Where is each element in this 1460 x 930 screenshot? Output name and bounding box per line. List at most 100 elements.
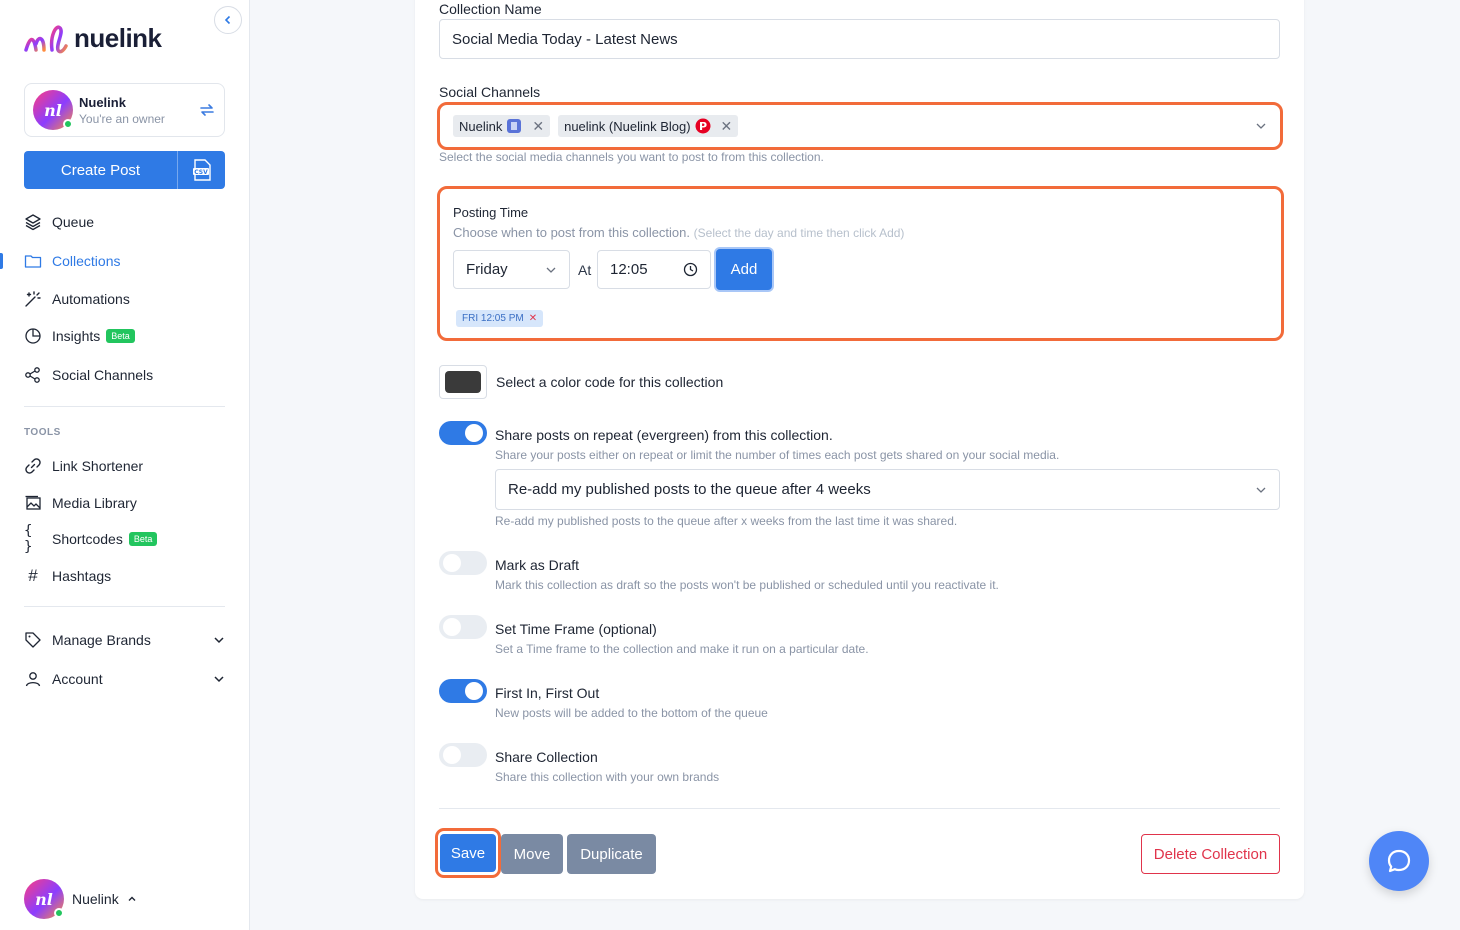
color-label: Select a color code for this collection (496, 374, 724, 390)
sidebar-item-collections[interactable]: Collections (24, 250, 120, 272)
fifo-toggle[interactable] (439, 679, 487, 703)
sidebar-item-label: Media Library (52, 495, 137, 511)
online-status-dot (63, 119, 73, 129)
svg-text:P: P (699, 120, 707, 133)
social-channels-select[interactable]: Nuelink ✕ nuelink (Nuelink Blog) P ✕ (443, 108, 1277, 144)
online-status-dot (54, 908, 64, 918)
link-icon (25, 458, 41, 474)
account-name: Nuelink (79, 94, 126, 110)
csv-upload-button[interactable]: CSV (177, 151, 225, 189)
day-select[interactable]: Friday (453, 250, 570, 289)
folder-icon (24, 255, 42, 268)
sidebar-divider (24, 406, 225, 407)
timeframe-toggle[interactable] (439, 615, 487, 639)
timeframe-label: Set Time Frame (optional) (495, 621, 657, 637)
repeat-help: Share your posts either on repeat or lim… (495, 448, 1060, 462)
layers-icon (25, 214, 41, 231)
remove-channel-icon[interactable]: ✕ (532, 118, 544, 135)
sidebar-item-label: Automations (52, 291, 130, 307)
chevron-down-icon (214, 637, 224, 644)
sidebar: nuelink nl Nuelink You're an owner Creat… (0, 0, 250, 930)
chat-bubble-icon (1387, 849, 1411, 873)
sidebar-item-insights[interactable]: Insights Beta (24, 325, 135, 347)
share-collection-toggle[interactable] (439, 743, 487, 767)
remove-time-slot-icon[interactable]: ✕ (529, 313, 537, 324)
sidebar-item-label: Hashtags (52, 568, 112, 584)
sidebar-item-link-shortener[interactable]: Link Shortener (24, 455, 143, 477)
posting-time-help-text: Choose when to post from this collection… (453, 225, 691, 240)
chevron-down-icon (214, 676, 224, 683)
chevron-down-icon (546, 267, 556, 273)
avatar: nl (24, 879, 64, 919)
timeframe-help: Set a Time frame to the collection and m… (495, 642, 869, 656)
remove-channel-icon[interactable]: ✕ (721, 118, 733, 135)
fifo-help: New posts will be added to the bottom of… (495, 706, 768, 720)
duplicate-button[interactable]: Duplicate (567, 834, 656, 874)
linkedin-page-icon (507, 119, 522, 133)
repeat-interval-value: Re-add my published posts to the queue a… (508, 481, 871, 498)
account-switcher[interactable]: nl Nuelink You're an owner (24, 83, 225, 137)
sidebar-item-hashtags[interactable]: # Hashtags (24, 565, 111, 587)
magic-wand-icon (25, 291, 41, 307)
draft-help: Mark this collection as draft so the pos… (495, 578, 999, 592)
sidebar-item-label: Manage Brands (52, 632, 151, 648)
switch-account-icon[interactable] (198, 101, 216, 119)
color-picker-button[interactable] (439, 365, 487, 399)
chevron-down-icon (1256, 123, 1266, 129)
sidebar-item-label: Collections (52, 253, 121, 269)
color-swatch (445, 371, 481, 393)
move-button[interactable]: Move (501, 834, 563, 874)
sidebar-item-label: Queue (52, 214, 95, 230)
collection-form-card: Collection Name Social Media Today - Lat… (415, 0, 1304, 899)
sidebar-item-manage-brands[interactable]: Manage Brands (24, 629, 225, 651)
channel-chip-label: nuelink (Nuelink Blog) (564, 118, 691, 134)
share-icon (25, 367, 40, 383)
chevron-up-icon (128, 896, 136, 901)
logo[interactable]: nuelink (24, 22, 162, 54)
user-name: Nuelink (72, 891, 119, 907)
account-role: You're an owner (79, 111, 165, 126)
csv-file-icon: CSV (192, 159, 211, 181)
channel-chip: nuelink (Nuelink Blog) P ✕ (558, 115, 739, 137)
channel-chip-label: Nuelink (459, 118, 503, 134)
user-icon (25, 672, 41, 687)
avatar-logo-icon: nl (35, 889, 53, 909)
save-button[interactable]: Save (440, 834, 496, 872)
support-chat-button[interactable] (1369, 831, 1429, 891)
avatar: nl (33, 90, 73, 130)
repeat-interval-select[interactable]: Re-add my published posts to the queue a… (495, 469, 1280, 510)
tag-icon (25, 632, 41, 648)
time-input[interactable]: 12:05 (597, 250, 711, 289)
share-collection-help: Share this collection with your own bran… (495, 770, 720, 784)
sidebar-item-social-channels[interactable]: Social Channels (24, 364, 153, 386)
svg-text:CSV: CSV (194, 169, 208, 176)
create-post-button[interactable]: Create Post (24, 151, 177, 189)
sidebar-item-automations[interactable]: Automations (24, 288, 130, 310)
channel-chip: Nuelink ✕ (453, 115, 551, 137)
posting-time-hint: (Select the day and time then click Add) (693, 226, 905, 240)
collapse-sidebar-button[interactable] (214, 6, 242, 34)
draft-toggle[interactable] (439, 551, 487, 575)
add-time-button[interactable]: Add (716, 249, 772, 290)
fifo-label: First In, First Out (495, 685, 600, 701)
collection-name-input[interactable]: Social Media Today - Latest News (439, 19, 1280, 59)
delete-collection-button[interactable]: Delete Collection (1141, 834, 1280, 874)
clock-icon (683, 262, 698, 277)
repeat-toggle[interactable] (439, 421, 487, 445)
nuelink-logo-icon (24, 25, 68, 54)
sidebar-item-label: Social Channels (52, 367, 154, 383)
chevron-down-icon (1256, 487, 1266, 493)
at-label: At (578, 262, 592, 278)
logo-text: nuelink (74, 22, 162, 53)
sidebar-item-account[interactable]: Account (24, 668, 225, 690)
user-menu[interactable]: nl Nuelink (24, 879, 137, 919)
beta-badge: Beta (128, 532, 158, 546)
hash-icon: # (28, 566, 38, 585)
sidebar-item-media-library[interactable]: Media Library (24, 492, 137, 514)
pie-chart-icon (25, 328, 41, 344)
create-post-button-group: Create Post CSV (24, 151, 225, 189)
sidebar-item-queue[interactable]: Queue (24, 211, 94, 233)
image-icon (25, 495, 41, 510)
posting-time-help: Choose when to post from this collection… (453, 225, 904, 240)
sidebar-item-shortcodes[interactable]: { } Shortcodes Beta (24, 523, 158, 555)
